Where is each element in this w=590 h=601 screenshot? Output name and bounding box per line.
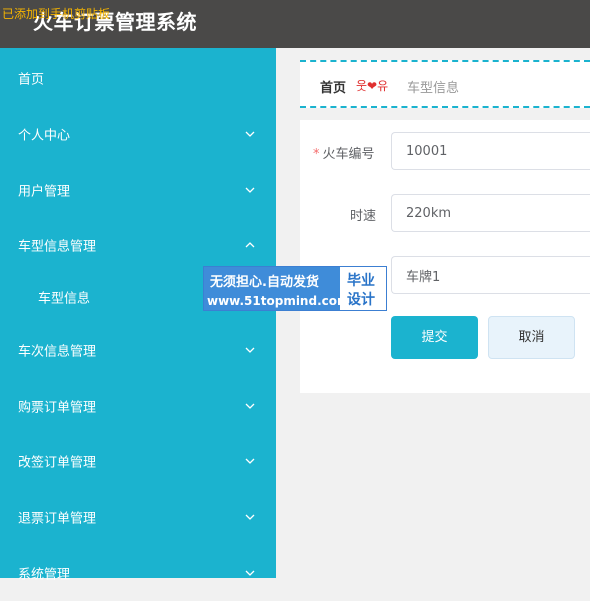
sidebar-item-train-schedule-management[interactable]: 车次信息管理 [0,322,276,378]
sidebar-item-label: 车型信息 [38,291,91,307]
sidebar-item-label: 个人中心 [18,128,71,144]
breadcrumb: 首页 웃❤유 车型信息 [300,60,590,108]
watermark-badge-line2: 设计 [347,292,375,308]
sidebar-item-label: 改签订单管理 [18,455,97,471]
watermark-badge: 毕业 设计 [340,267,386,310]
chevron-down-icon [245,514,255,520]
sidebar-item-label: 购票订单管理 [18,400,97,416]
chevron-down-icon [245,458,255,464]
submit-button[interactable]: 提交 [391,316,478,359]
sidebar-item-system-management[interactable]: 系统管理 [0,545,276,601]
sidebar-item-label: 退票订单管理 [18,511,97,527]
clipboard-notice: 已添加到手机剪贴板 [2,7,111,21]
license-plate-input[interactable] [391,256,590,294]
sidebar-item-label: 用户管理 [18,184,71,200]
chevron-down-icon [245,570,255,576]
sidebar-item-refund-order-management[interactable]: 退票订单管理 [0,489,276,545]
chevron-down-icon [245,403,255,409]
required-mark: * [313,147,320,162]
top-header: 火车订票管理系统 已添加到手机剪贴板 [0,0,590,48]
train-number-label: * 火车编号 [313,147,375,162]
watermark-slogan: 无须担心.自动发货 [210,275,319,290]
chevron-down-icon [245,131,255,137]
sidebar-item-reschedule-order-management[interactable]: 改签订单管理 [0,433,276,489]
sidebar-item-label: 车型信息管理 [18,239,97,255]
sidebar-item-label: 系统管理 [18,567,71,583]
sidebar-item-label: 车次信息管理 [18,344,97,360]
breadcrumb-home[interactable]: 首页 [320,77,346,96]
watermark-url: www.51topmind.com [207,294,350,308]
cancel-button[interactable]: 取消 [488,316,575,359]
sidebar-item-personal-center[interactable]: 个人中心 [0,106,276,162]
sidebar-item-user-management[interactable]: 用户管理 [0,162,276,218]
speed-input[interactable] [391,194,590,232]
breadcrumb-separator: 웃❤유 [356,79,389,93]
chevron-up-icon [245,242,255,248]
sidebar-item-home[interactable]: 首页 [0,50,276,106]
sidebar-item-label: 首页 [18,72,45,88]
breadcrumb-current: 车型信息 [407,81,460,96]
chevron-down-icon [245,187,255,193]
watermark-banner: 无须担心.自动发货 www.51topmind.com 毕业 设计 [203,266,387,311]
watermark-badge-line1: 毕业 [347,273,375,289]
chevron-down-icon [245,347,255,353]
sidebar-item-train-type-management[interactable]: 车型信息管理 [0,217,276,273]
speed-label: 时速 [350,209,377,224]
sidebar: 首页 个人中心 用户管理 车型信息管理 车型信息 车次信息管理 购票订单管理 改… [0,48,276,583]
train-number-input[interactable] [391,132,590,170]
sidebar-item-ticket-order-management[interactable]: 购票订单管理 [0,378,276,434]
